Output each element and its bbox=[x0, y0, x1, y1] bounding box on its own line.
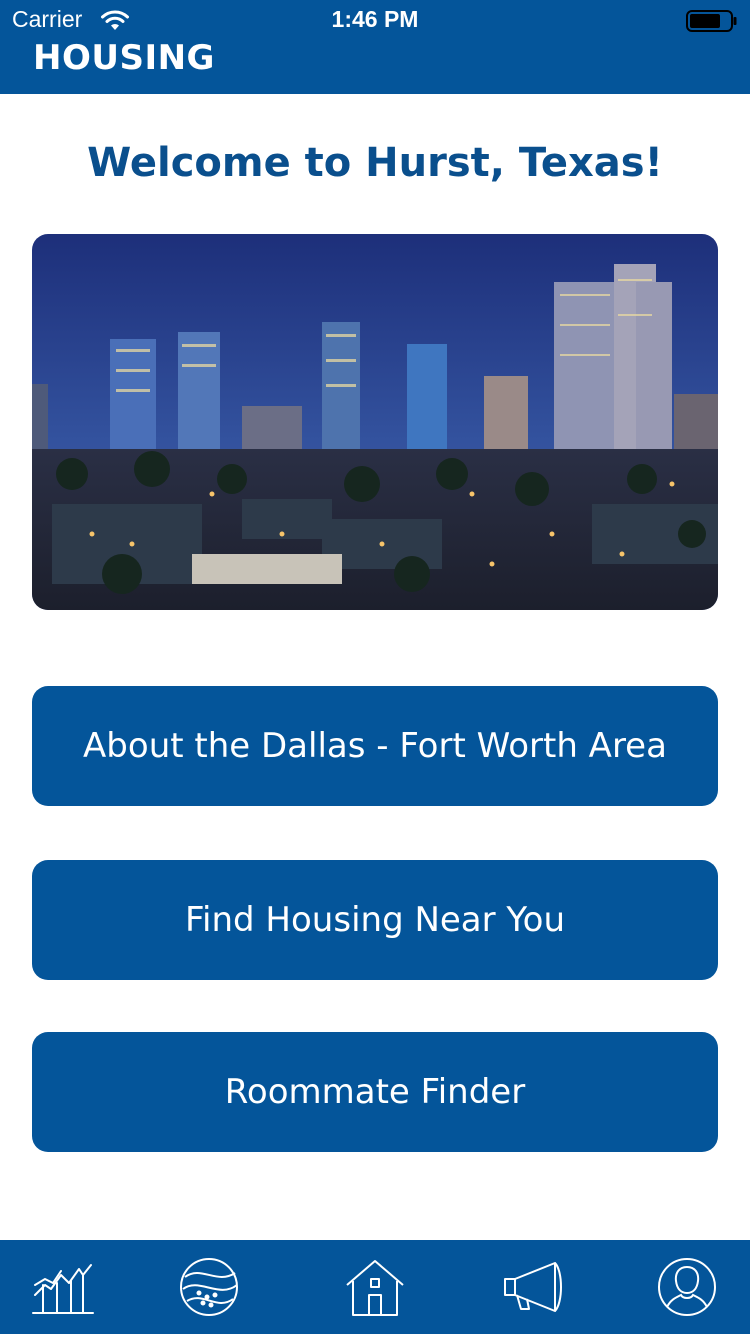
chart-icon bbox=[32, 1264, 94, 1314]
tab-home[interactable] bbox=[340, 1252, 410, 1322]
tab-announcements[interactable] bbox=[500, 1252, 570, 1322]
home-icon bbox=[346, 1260, 404, 1316]
hero-skyline-image bbox=[32, 234, 718, 610]
tab-profile[interactable] bbox=[652, 1252, 722, 1322]
tab-chart[interactable] bbox=[28, 1252, 98, 1322]
battery-icon bbox=[686, 10, 737, 32]
roommate-finder-button[interactable]: Roommate Finder bbox=[32, 1032, 718, 1152]
roommate-finder-button-label: Roommate Finder bbox=[224, 1072, 526, 1112]
welcome-heading: Welcome to Hurst, Texas! bbox=[87, 140, 663, 186]
about-dfw-button-label: About the Dallas - Fort Worth Area bbox=[83, 726, 667, 766]
tab-bar bbox=[0, 1240, 750, 1334]
find-housing-button[interactable]: Find Housing Near You bbox=[32, 860, 718, 980]
tab-globe[interactable] bbox=[174, 1252, 244, 1322]
profile-icon bbox=[658, 1258, 716, 1316]
page-title: HOUSING bbox=[33, 38, 215, 78]
find-housing-button-label: Find Housing Near You bbox=[184, 900, 566, 940]
status-time: 1:46 PM bbox=[331, 6, 419, 32]
globe-icon bbox=[180, 1258, 238, 1316]
header-bar: Carrier 1:46 PM HOUSING bbox=[0, 0, 750, 94]
about-dfw-button[interactable]: About the Dallas - Fort Worth Area bbox=[32, 686, 718, 806]
megaphone-icon bbox=[504, 1262, 562, 1312]
